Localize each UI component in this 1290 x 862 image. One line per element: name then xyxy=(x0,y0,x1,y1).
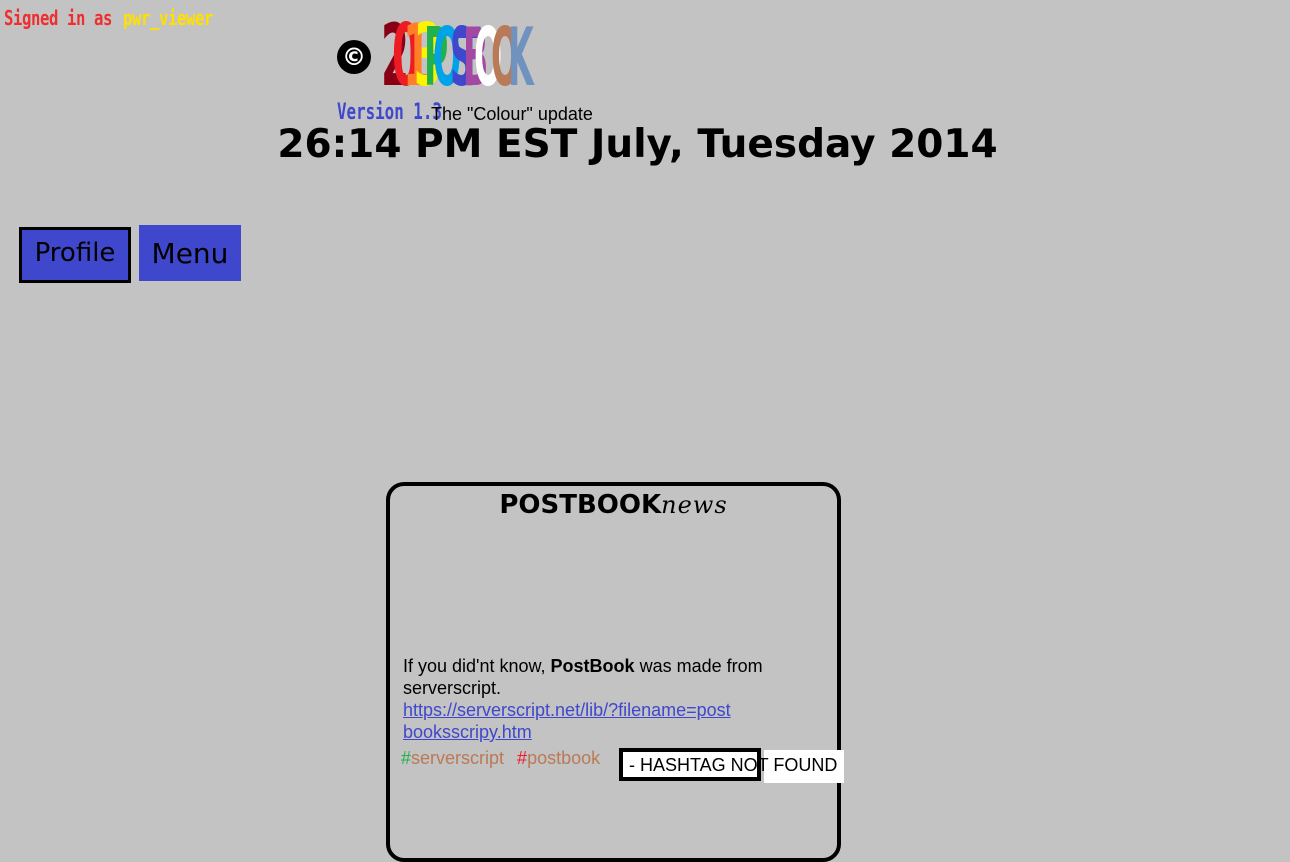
tag-serverscript[interactable]: #serverscript xyxy=(401,748,504,769)
menu-button-label: Menu xyxy=(151,236,229,270)
tag-postbook[interactable]: #postbook xyxy=(517,748,600,769)
tag-hash: # xyxy=(401,748,412,768)
profile-button-label: Profile xyxy=(34,238,116,268)
profile-button[interactable]: Profile xyxy=(19,227,131,283)
tag-name: serverscript xyxy=(411,748,505,768)
menu-button[interactable]: Menu xyxy=(139,225,241,281)
hashtag-not-found-status: - HASHTAG NOT FOUND xyxy=(619,748,837,781)
copyright-icon: © xyxy=(337,40,371,74)
tag-name: postbook xyxy=(527,748,601,768)
news-panel: POSTBOOKnews If you did'nt know, PostBoo… xyxy=(386,482,844,862)
news-body: If you did'nt know, PostBook was made fr… xyxy=(403,655,803,743)
news-text-before: If you did'nt know, xyxy=(403,656,546,676)
clock-display: 26:14 PM EST July, Tuesday 2014 xyxy=(277,122,998,167)
news-title: POSTBOOKnews xyxy=(390,490,837,520)
signed-in-status: Signed in as pwr_viewer xyxy=(4,6,213,30)
signed-in-label: Signed in as xyxy=(4,6,113,30)
tag-list: #serverscript #postbook xyxy=(401,748,608,769)
tag-hash: # xyxy=(517,748,528,768)
news-brand: PostBook xyxy=(550,656,635,676)
news-title-main: POSTBOOK xyxy=(499,490,662,520)
serverscript-link[interactable]: https://serverscript.net/lib/?filename=p… xyxy=(403,699,733,743)
username[interactable]: pwr_viewer xyxy=(123,6,213,30)
news-title-suffix: news xyxy=(661,491,728,519)
logo-letter: K xyxy=(508,11,535,104)
logo-wordmark: 2013POSTBOOK xyxy=(381,13,534,99)
